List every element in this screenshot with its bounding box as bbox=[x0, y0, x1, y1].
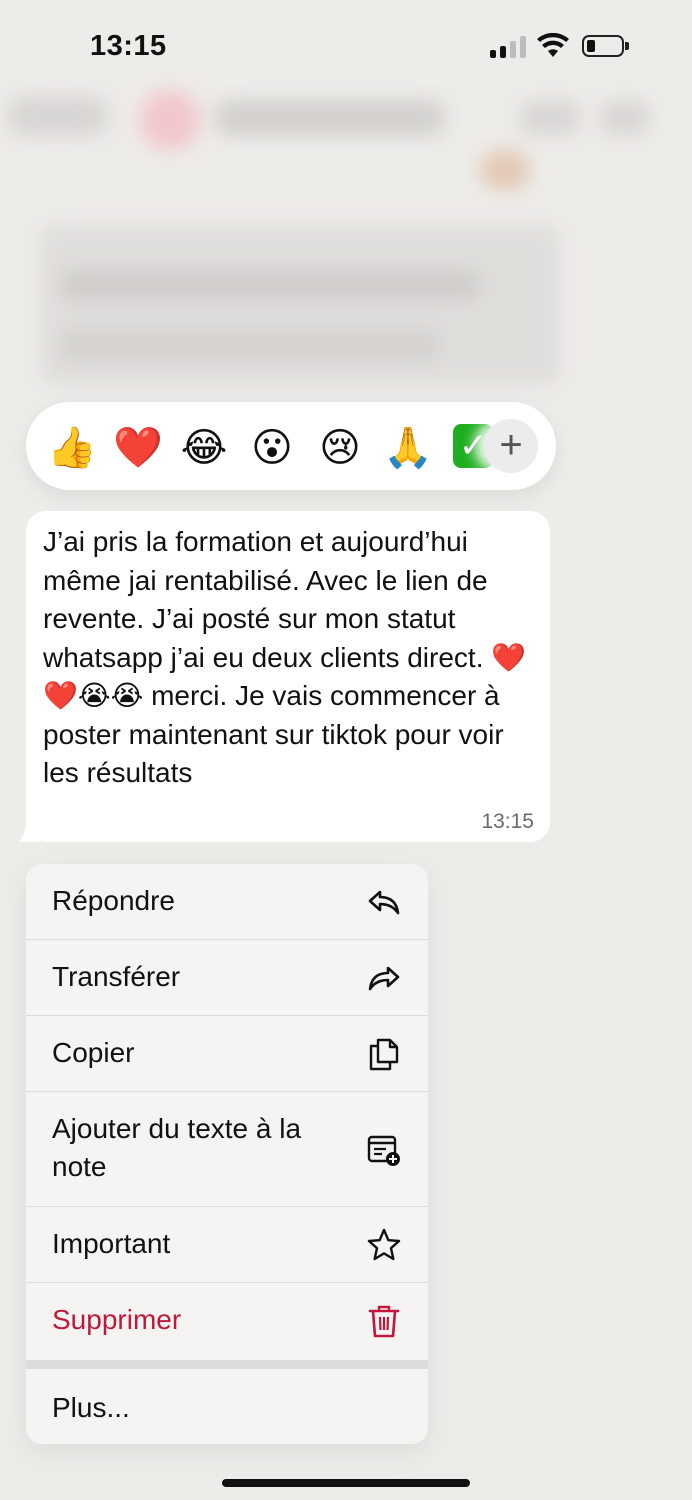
reaction-surprised[interactable]: 😮 bbox=[246, 422, 298, 474]
menu-item-forward[interactable]: Transférer bbox=[26, 940, 428, 1016]
message-timestamp: 13:15 bbox=[481, 810, 534, 833]
reaction-heart[interactable]: ❤️ bbox=[112, 422, 164, 474]
reaction-laughing[interactable]: 😂 bbox=[178, 422, 230, 474]
blurred-text-line bbox=[60, 270, 480, 300]
more-reactions-button[interactable]: + bbox=[484, 419, 538, 473]
menu-item-label: Répondre bbox=[52, 885, 175, 916]
blurred-back-button bbox=[8, 96, 108, 136]
menu-item-important[interactable]: Important bbox=[26, 1207, 428, 1283]
reaction-bar: 👍 ❤️ 😂 😮 😢 🙏 ✓ + bbox=[26, 402, 556, 490]
blurred-emoji bbox=[480, 150, 530, 190]
message-text: J’ai pris la formation et aujourd’hui mê… bbox=[43, 526, 527, 788]
menu-item-label: Plus... bbox=[52, 1392, 130, 1423]
blurred-text-line bbox=[60, 330, 440, 360]
blurred-contact-name bbox=[215, 100, 445, 136]
trash-icon bbox=[368, 1305, 400, 1338]
reaction-crying[interactable]: 😢 bbox=[314, 422, 366, 474]
menu-divider bbox=[26, 1360, 428, 1369]
blurred-avatar bbox=[140, 90, 200, 150]
status-bar: 13:15 bbox=[0, 0, 692, 90]
status-time: 13:15 bbox=[90, 30, 167, 62]
menu-item-label: Important bbox=[52, 1228, 171, 1259]
menu-item-more[interactable]: Plus... bbox=[26, 1369, 428, 1444]
menu-item-label: Supprimer bbox=[52, 1304, 182, 1335]
forward-icon bbox=[368, 966, 400, 991]
message-context-menu: Répondre Transférer Copier Ajouter du te… bbox=[26, 864, 428, 1444]
star-icon bbox=[367, 1228, 401, 1261]
add-to-note-icon bbox=[367, 1135, 400, 1166]
wifi-icon bbox=[537, 33, 569, 57]
reaction-praying-hands[interactable]: 🙏 bbox=[382, 422, 434, 474]
menu-item-label: Transférer bbox=[52, 961, 181, 992]
message-bubble[interactable]: J’ai pris la formation et aujourd’hui mê… bbox=[26, 511, 550, 842]
cellular-signal-icon bbox=[490, 36, 526, 58]
menu-item-copy[interactable]: Copier bbox=[26, 1016, 428, 1092]
battery-icon bbox=[582, 35, 629, 57]
copy-icon bbox=[369, 1038, 399, 1071]
menu-item-delete[interactable]: Supprimer bbox=[26, 1283, 428, 1360]
menu-item-label: Ajouter du texte à la note bbox=[52, 1113, 302, 1182]
menu-item-label: Copier bbox=[52, 1037, 135, 1068]
menu-item-add-to-note[interactable]: Ajouter du texte à la note bbox=[26, 1092, 428, 1207]
blurred-video-icon bbox=[520, 100, 580, 136]
reaction-thumbs-up[interactable]: 👍 bbox=[46, 422, 98, 474]
home-indicator[interactable] bbox=[222, 1479, 470, 1487]
blurred-message-bubble bbox=[40, 225, 560, 385]
menu-item-reply[interactable]: Répondre bbox=[26, 864, 428, 940]
reply-icon bbox=[368, 890, 400, 915]
blurred-call-icon bbox=[600, 100, 650, 136]
